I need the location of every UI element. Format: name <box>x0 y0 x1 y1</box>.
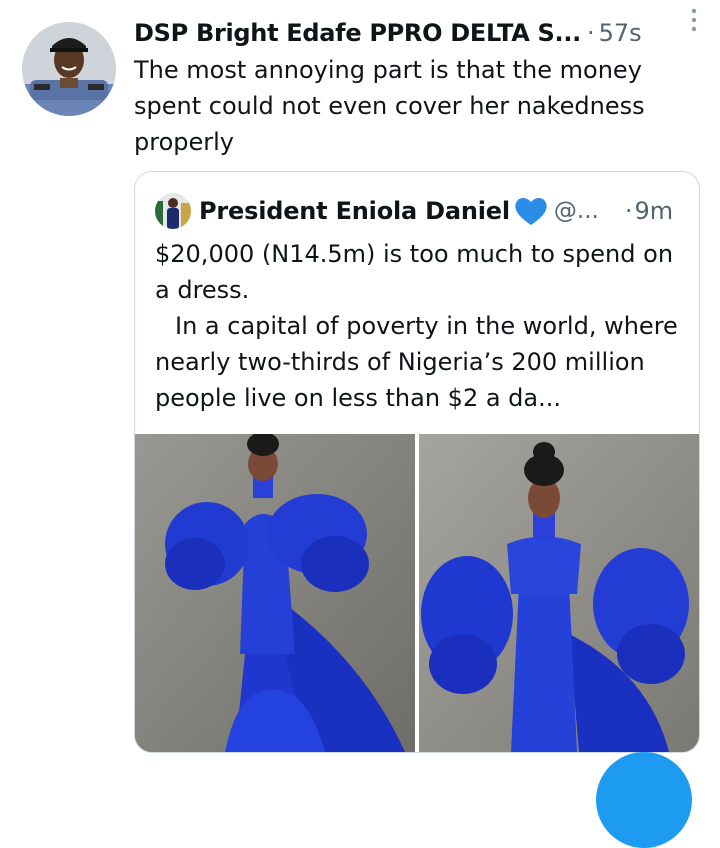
tweet-text: The most annoying part is that the money… <box>134 56 645 156</box>
quoted-tweet-text: $20,000 (N14.5m) is too much to spend on… <box>155 236 685 416</box>
author-name[interactable]: DSP Bright Edafe PPRO DELTA S... <box>134 19 581 47</box>
quoted-tweet-card[interactable]: President Eniola Daniel @... · 9m $20,00… <box>134 171 700 753</box>
quoted-author-name[interactable]: President Eniola Daniel <box>199 197 510 225</box>
tweet-header: DSP Bright Edafe PPRO DELTA S... · 57s <box>134 14 704 52</box>
author-avatar[interactable] <box>22 22 116 116</box>
photo-woman-blue-gown-left-icon <box>135 434 415 752</box>
compose-button[interactable] <box>596 752 692 848</box>
quoted-paragraph-1: $20,000 (N14.5m) is too much to spend on… <box>155 240 674 304</box>
quoted-author-avatar[interactable] <box>155 193 191 229</box>
separator-dot: · <box>586 19 595 47</box>
person-avatar-icon <box>155 193 191 229</box>
quoted-media-grid <box>135 434 699 752</box>
photo-woman-blue-gown-right-icon <box>419 434 699 752</box>
tweet-timestamp[interactable]: 57s <box>599 19 642 47</box>
media-photo-left[interactable] <box>135 434 415 752</box>
quoted-paragraph-2: In a capital of poverty in the world, wh… <box>155 312 678 412</box>
vertical-ellipsis-icon[interactable] <box>682 6 706 34</box>
separator-dot: · <box>624 197 633 225</box>
quoted-tweet-header: President Eniola Daniel @... · 9m <box>155 190 685 232</box>
quoted-author-handle[interactable]: @... <box>554 198 599 224</box>
police-officer-avatar-icon <box>22 22 116 116</box>
blue-heart-icon <box>514 196 548 226</box>
media-photo-right[interactable] <box>419 434 699 752</box>
quoted-tweet-timestamp[interactable]: 9m <box>634 197 673 225</box>
